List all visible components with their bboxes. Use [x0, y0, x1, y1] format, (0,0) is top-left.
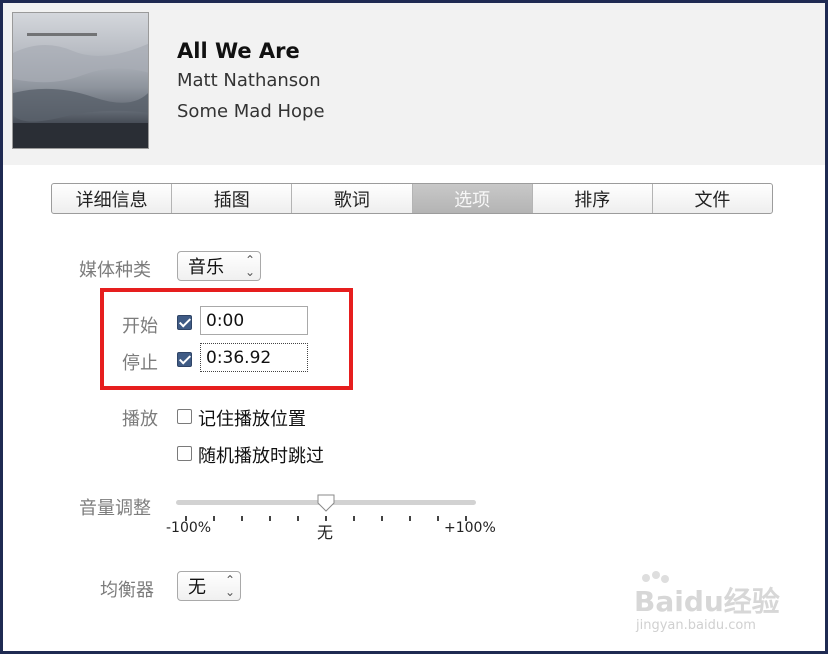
start-label: 开始: [122, 316, 158, 337]
song-title: All We Are: [177, 39, 300, 63]
tab-lyrics[interactable]: 歌词: [292, 184, 413, 213]
volume-label: 音量调整: [79, 498, 151, 519]
equalizer-select[interactable]: 无 ⌃ ⌄: [177, 571, 241, 601]
stop-checkbox[interactable]: [177, 352, 192, 367]
remember-position-checkbox[interactable]: [177, 409, 192, 424]
album-artwork: [12, 12, 149, 149]
volume-tick: [213, 516, 215, 521]
skip-shuffle-label[interactable]: 随机播放时跳过: [198, 442, 324, 468]
volume-tick: [409, 516, 411, 521]
stop-label: 停止: [122, 353, 158, 374]
stop-time-field[interactable]: [200, 343, 308, 372]
tab-sorting[interactable]: 排序: [533, 184, 653, 213]
volume-slider-thumb[interactable]: [316, 493, 336, 513]
song-header: All We Are Matt Nathanson Some Mad Hope: [3, 3, 825, 165]
volume-tick: [381, 516, 383, 521]
tab-options[interactable]: 选项: [412, 184, 533, 213]
volume-tick: [437, 516, 439, 521]
chevron-updown-icon: ⌃ ⌄: [244, 253, 256, 279]
tab-file[interactable]: 文件: [653, 184, 772, 213]
volume-tick: [241, 516, 243, 521]
remember-position-label[interactable]: 记住播放位置: [198, 405, 306, 431]
watermark-brand: Baidu经验: [634, 585, 780, 618]
media-kind-value: 音乐: [188, 257, 224, 278]
volume-tick: [353, 516, 355, 521]
volume-tick: [269, 516, 271, 521]
info-tabs: 详细信息 插图 歌词 选项 排序 文件: [51, 183, 773, 214]
tab-details[interactable]: 详细信息: [52, 184, 173, 213]
start-time-field[interactable]: [200, 306, 308, 335]
watermark-url: jingyan.baidu.com: [636, 618, 756, 633]
tab-artwork[interactable]: 插图: [172, 184, 293, 213]
chevron-updown-icon: ⌃ ⌄: [224, 573, 236, 599]
start-checkbox[interactable]: [177, 315, 192, 330]
volume-tick: [297, 516, 299, 521]
volume-max-label: +100%: [444, 520, 496, 536]
equalizer-value: 无: [188, 577, 206, 598]
volume-min-label: -100%: [166, 520, 212, 536]
media-kind-label: 媒体种类: [79, 260, 151, 281]
skip-shuffle-checkbox[interactable]: [177, 446, 192, 461]
equalizer-label: 均衡器: [100, 580, 154, 601]
playback-label: 播放: [122, 409, 158, 430]
volume-mid-label: 无: [317, 523, 334, 542]
song-artist: Matt Nathanson: [177, 70, 321, 91]
song-album: Some Mad Hope: [177, 101, 325, 122]
media-kind-select[interactable]: 音乐 ⌃ ⌄: [177, 251, 261, 281]
